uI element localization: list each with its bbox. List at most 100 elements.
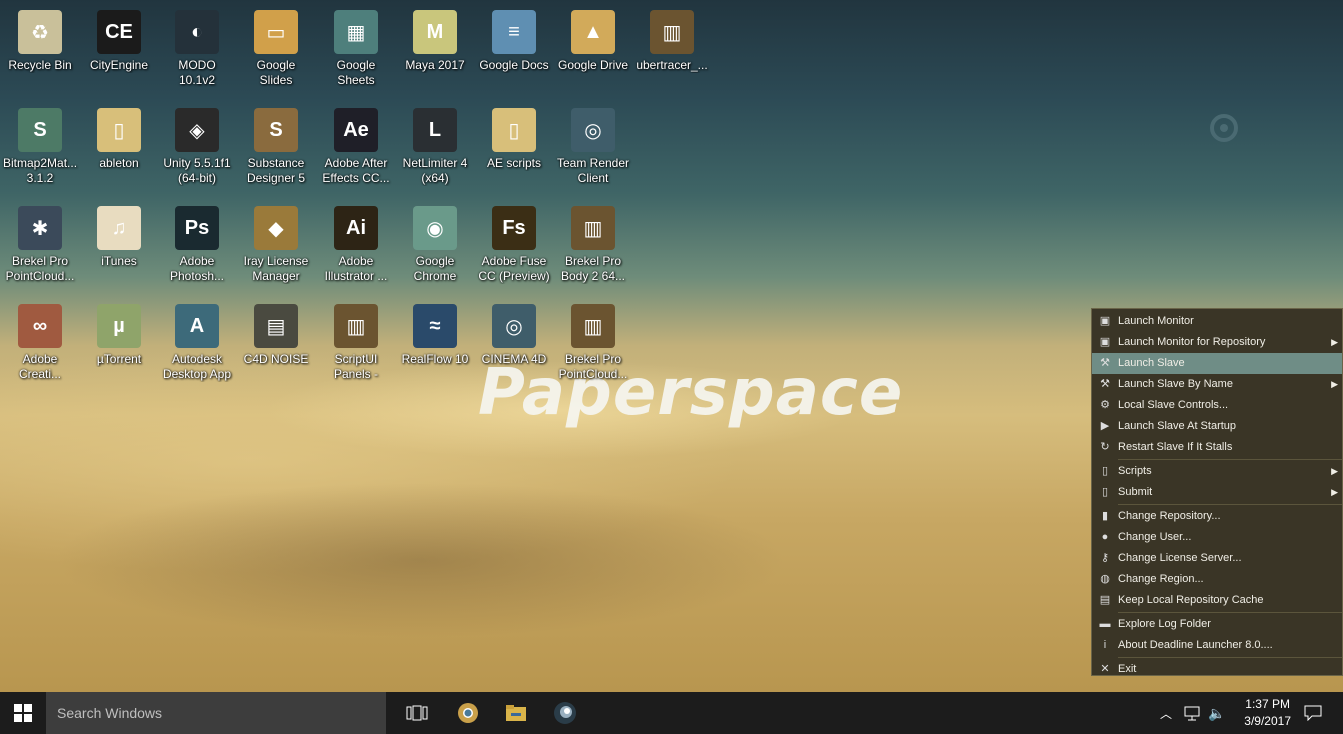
- search-box[interactable]: Search Windows: [46, 692, 386, 734]
- desktop-icon[interactable]: ▥ ubertracer_...: [633, 4, 711, 100]
- desktop-icon[interactable]: ◆ Iray License Manager: [237, 200, 315, 296]
- desktop-icon[interactable]: ♻ Recycle Bin: [1, 4, 79, 100]
- app-icon: Ps: [175, 206, 219, 250]
- desktop-icon[interactable]: ▯ ableton: [80, 102, 158, 198]
- refresh-icon: ↻: [1100, 441, 1110, 453]
- monitor-icon: ▣: [1099, 336, 1111, 348]
- desktop-icon[interactable]: ≈ RealFlow 10: [396, 298, 474, 394]
- menu-item[interactable]: ✕ Exit: [1092, 659, 1342, 680]
- desktop-icon[interactable]: ◈ Unity 5.5.1f1 (64-bit): [158, 102, 236, 198]
- desktop-icon[interactable]: ♫ iTunes: [80, 200, 158, 296]
- menu-item[interactable]: ▣ Launch Monitor for Repository ▶: [1092, 332, 1342, 353]
- app-icon: ∞: [18, 304, 62, 348]
- desktop-icon[interactable]: M Maya 2017: [396, 4, 474, 100]
- app-icon: ▤: [254, 304, 298, 348]
- menu-item[interactable]: ↻ Restart Slave If It Stalls: [1092, 437, 1342, 458]
- info-icon: i: [1103, 639, 1107, 651]
- desktop-icon[interactable]: S Substance Designer 5: [237, 102, 315, 198]
- desktop: Paperspace ♻ Recycle Bin CE CityEngine ◐ MODO…: [0, 0, 1343, 692]
- desktop-icon[interactable]: Ai Adobe Illustrator ...: [317, 200, 395, 296]
- menu-item-label: Launch Slave: [1118, 357, 1185, 369]
- desktop-icon[interactable]: ◉ Google Chrome: [396, 200, 474, 296]
- desktop-icon[interactable]: ▥ Brekel Pro Body 2 64...: [554, 200, 632, 296]
- task-view-icon: [406, 705, 428, 721]
- menu-item-label: Launch Monitor for Repository: [1118, 336, 1266, 348]
- desktop-icon-label: Autodesk Desktop App: [162, 352, 232, 381]
- action-center-button[interactable]: [1296, 692, 1330, 734]
- menu-item[interactable]: ● Change User...: [1092, 527, 1342, 548]
- menu-item[interactable]: ▮ Change Repository...: [1092, 506, 1342, 527]
- menu-item[interactable]: ▶ Launch Slave At Startup: [1092, 416, 1342, 437]
- network-tray-button[interactable]: [1180, 692, 1204, 734]
- chrome-taskbar-button[interactable]: [450, 692, 486, 734]
- windows-logo-icon: [14, 704, 32, 722]
- cinema4d-taskbar-button[interactable]: [546, 692, 584, 734]
- menu-item[interactable]: ▯ Submit ▶: [1092, 482, 1342, 503]
- app-icon: ♫: [97, 206, 141, 250]
- notification-icon: [1304, 705, 1322, 721]
- menu-item[interactable]: ⚷ Change License Server...: [1092, 548, 1342, 569]
- desktop-icon-label: RealFlow 10: [401, 352, 469, 366]
- desktop-icon[interactable]: ▦ Google Sheets: [317, 4, 395, 100]
- app-icon: ▭: [254, 10, 298, 54]
- play-icon: ▶: [1100, 420, 1110, 432]
- desktop-icon[interactable]: Ae Adobe After Effects CC...: [317, 102, 395, 198]
- menu-item[interactable]: ⚒ Launch Slave: [1092, 353, 1342, 374]
- menu-separator: [1118, 459, 1342, 460]
- app-icon: ♻: [18, 10, 62, 54]
- app-icon: ▥: [571, 304, 615, 348]
- app-icon: ▯: [97, 108, 141, 152]
- desktop-icon[interactable]: L NetLimiter 4 (x64): [396, 102, 474, 198]
- deadline-tray-ring-icon: [1210, 114, 1238, 142]
- app-icon: ◈: [175, 108, 219, 152]
- desktop-icon[interactable]: Fs Adobe Fuse CC (Preview): [475, 200, 553, 296]
- show-hidden-icons-button[interactable]: ︿: [1156, 692, 1176, 734]
- menu-item[interactable]: i About Deadline Launcher 8.0....: [1092, 635, 1342, 656]
- desktop-icon[interactable]: ∞ Adobe Creati...: [1, 298, 79, 394]
- start-button[interactable]: [0, 692, 46, 734]
- desktop-icon[interactable]: Ps Adobe Photosh...: [158, 200, 236, 296]
- desktop-icon[interactable]: ▥ Brekel Pro PointCloud...: [554, 298, 632, 394]
- desktop-icon[interactable]: ◎ CINEMA 4D: [475, 298, 553, 394]
- menu-item[interactable]: ⚒ Launch Slave By Name ▶: [1092, 374, 1342, 395]
- desktop-icon[interactable]: ▲ Google Drive: [554, 4, 632, 100]
- submenu-arrow-icon: ▶: [1331, 337, 1338, 347]
- desktop-icon[interactable]: ≡ Google Docs: [475, 4, 553, 100]
- menu-item-label: Change Repository...: [1118, 510, 1221, 522]
- volume-tray-button[interactable]: 🔈: [1205, 692, 1229, 734]
- app-icon: M: [413, 10, 457, 54]
- desktop-icon[interactable]: ✱ Brekel Pro PointCloud...: [1, 200, 79, 296]
- app-icon: S: [18, 108, 62, 152]
- desktop-icon-label: Iray License Manager: [243, 254, 309, 283]
- menu-item[interactable]: ▣ Launch Monitor: [1092, 311, 1342, 332]
- menu-item[interactable]: ⚙ Local Slave Controls...: [1092, 395, 1342, 416]
- desktop-icon-label: Google Docs: [479, 58, 549, 72]
- task-view-button[interactable]: [400, 692, 434, 734]
- menu-item[interactable]: ▯ Scripts ▶: [1092, 461, 1342, 482]
- desktop-icon[interactable]: ◐ MODO 10.1v2: [158, 4, 236, 100]
- menu-item-label: Scripts: [1118, 465, 1152, 477]
- desktop-icon[interactable]: ◎ Team Render Client: [554, 102, 632, 198]
- file-explorer-taskbar-button[interactable]: [498, 692, 534, 734]
- desktop-icon-label: Unity 5.5.1f1 (64-bit): [163, 156, 231, 185]
- desktop-icon[interactable]: S Bitmap2Mat... 3.1.2: [1, 102, 79, 198]
- desktop-icon-label: Google Slides: [256, 58, 296, 87]
- menu-item-label: Explore Log Folder: [1118, 618, 1211, 630]
- app-icon: ▲: [571, 10, 615, 54]
- desktop-icon[interactable]: CE CityEngine: [80, 4, 158, 100]
- taskbar-clock[interactable]: 1:37 PM 3/9/2017: [1244, 696, 1291, 730]
- desktop-icon[interactable]: A Autodesk Desktop App: [158, 298, 236, 394]
- app-icon: ▥: [334, 304, 378, 348]
- menu-item[interactable]: ▤ Keep Local Repository Cache: [1092, 590, 1342, 611]
- desktop-icon[interactable]: ▤ C4D NOISE: [237, 298, 315, 394]
- cinema4d-icon: [554, 702, 576, 724]
- desktop-icon[interactable]: µ µTorrent: [80, 298, 158, 394]
- desktop-icon[interactable]: ▭ Google Slides: [237, 4, 315, 100]
- desktop-icon-label: µTorrent: [96, 352, 142, 366]
- desktop-icon-label: ableton: [99, 156, 139, 170]
- menu-item[interactable]: ▬ Explore Log Folder: [1092, 614, 1342, 635]
- desktop-icon[interactable]: ▥ ScriptUI Panels - MOE: [317, 298, 395, 394]
- menu-item-label: Launch Monitor: [1118, 315, 1194, 327]
- desktop-icon[interactable]: ▯ AE scripts: [475, 102, 553, 198]
- menu-item[interactable]: ◍ Change Region...: [1092, 569, 1342, 590]
